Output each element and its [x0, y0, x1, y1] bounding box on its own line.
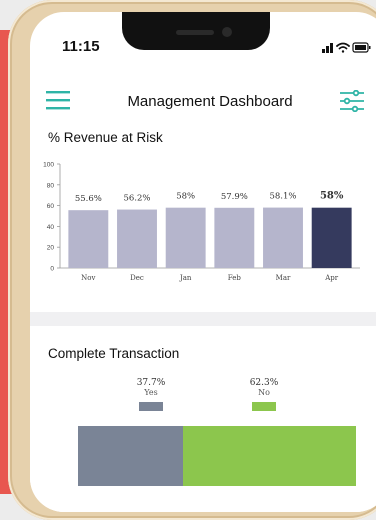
wifi-icon: [336, 42, 350, 53]
legend-no-label: No: [258, 388, 270, 397]
chart-title: % Revenue at Risk: [48, 130, 163, 145]
x-tick-label: Feb: [228, 274, 242, 282]
x-tick-label: Mar: [276, 274, 291, 282]
phone-screen: 11:15 Management Dashboard % Revenue at …: [30, 12, 376, 512]
legend-no-swatch: [252, 402, 276, 411]
bar-nov: [68, 210, 109, 268]
y-tick-label: 100: [43, 162, 54, 169]
revenue-card: % Revenue at Risk 0 20 40 60 80 100 55.6% Nov 56…: [30, 116, 376, 312]
status-icons: [322, 42, 371, 53]
revenue-bar-chart: 0 20 40 60 80 100 55.6% Nov 56.2% Dec 58% Jan 57.9% F…: [43, 162, 360, 282]
data-label: 58%: [320, 191, 344, 202]
y-tick-label: 0: [50, 266, 54, 273]
filter-settings-icon[interactable]: [340, 90, 364, 112]
data-label: 55.6%: [75, 194, 102, 204]
y-tick-label: 20: [47, 245, 55, 252]
legend-yes-label: Yes: [144, 388, 158, 397]
legend-yes-swatch: [139, 402, 163, 411]
page-title: Management Dashboard: [127, 93, 293, 110]
bar-jan: [165, 207, 206, 268]
battery-icon: [352, 42, 371, 53]
y-tick-label: 80: [47, 182, 55, 189]
x-tick-label: Apr: [324, 274, 339, 282]
x-tick-label: Dec: [130, 274, 144, 282]
legend-yes: 37.7% Yes: [121, 378, 181, 411]
bar-feb: [214, 207, 255, 268]
section-divider: [30, 312, 376, 326]
status-time: 11:15: [62, 38, 100, 55]
phone-frame: 11:15 Management Dashboard % Revenue at …: [8, 0, 376, 520]
bar-dec: [117, 209, 157, 268]
data-label: 58%: [176, 192, 195, 202]
notch: [122, 12, 270, 50]
x-tick-label: Nov: [81, 274, 95, 282]
transaction-title: Complete Transaction: [48, 346, 180, 361]
legend-yes-percent: 37.7%: [136, 378, 166, 388]
transaction-stacked-bar: [78, 426, 356, 486]
legend-no-percent: 62.3%: [249, 378, 279, 388]
data-label: 58.1%: [269, 192, 296, 202]
data-label: 56.2%: [123, 194, 150, 204]
front-camera: [222, 27, 232, 37]
stack-segment-no: [182, 426, 356, 486]
signal-icon: [322, 43, 333, 53]
y-tick-label: 60: [47, 203, 55, 210]
y-tick-label: 40: [47, 224, 55, 231]
bar-apr: [311, 207, 352, 268]
speaker-grille: [176, 30, 214, 35]
bar-mar: [263, 207, 303, 268]
transaction-card: Complete Transaction 37.7% Yes 62.3% No: [30, 326, 376, 512]
stack-segment-yes: [78, 426, 183, 486]
data-label: 57.9%: [221, 192, 248, 202]
x-tick-label: Jan: [179, 274, 192, 282]
legend-no: 62.3% No: [234, 378, 294, 411]
